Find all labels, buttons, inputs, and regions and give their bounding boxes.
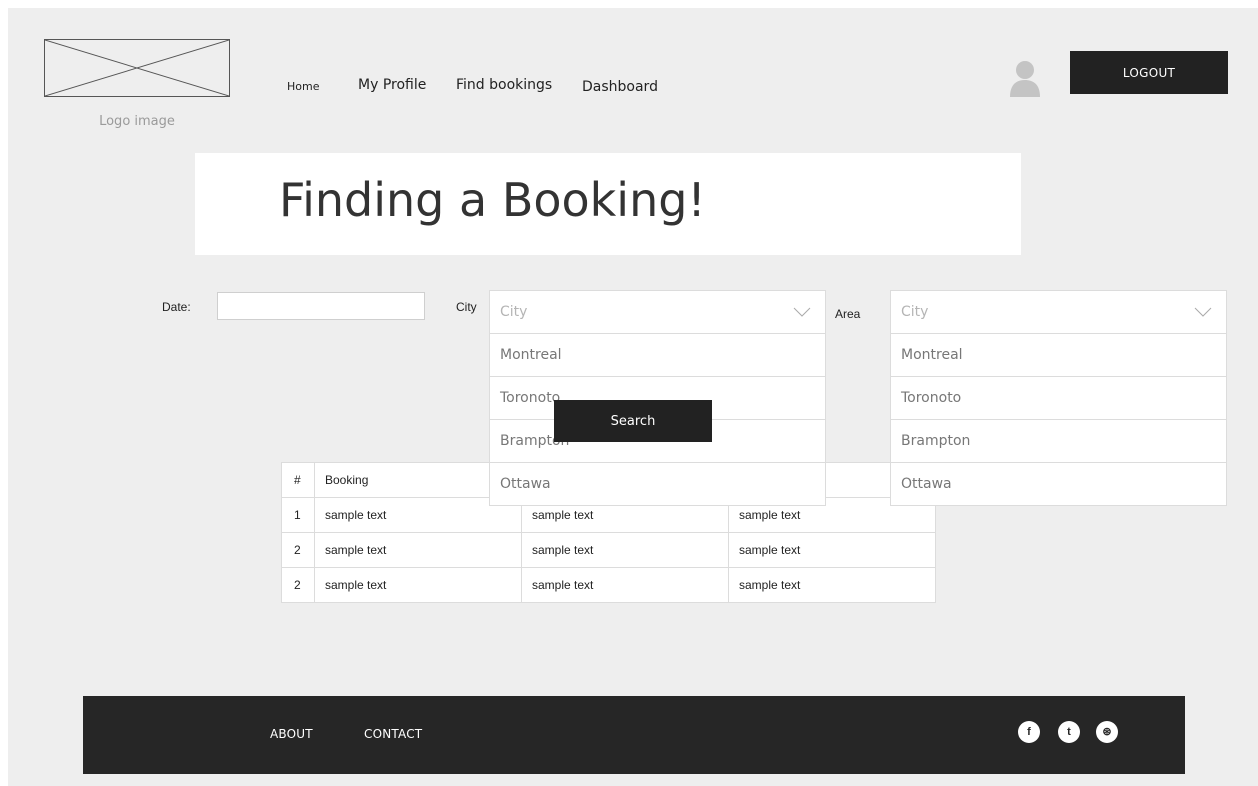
twitter-icon[interactable]: t xyxy=(1058,721,1080,743)
table-cell: sample text xyxy=(521,567,729,603)
area-label: Area xyxy=(835,307,861,321)
footer: ABOUT CONTACT f t ⊛ xyxy=(83,696,1185,774)
nav-item-my-profile[interactable]: My Profile xyxy=(358,77,426,93)
table-row[interactable]: 2 sample text sample text sample text xyxy=(281,567,936,603)
footer-link-about[interactable]: ABOUT xyxy=(270,727,313,741)
dribbble-icon[interactable]: ⊛ xyxy=(1096,721,1118,743)
city-dropdown[interactable]: City Montreal Toronoto Brampton Ottawa xyxy=(489,290,826,506)
table-cell: sample text xyxy=(314,532,522,568)
area-option-ottawa[interactable]: Ottawa xyxy=(890,462,1227,506)
city-option-montreal[interactable]: Montreal xyxy=(489,333,826,377)
area-option-toronoto[interactable]: Toronoto xyxy=(890,376,1227,420)
chevron-down-icon xyxy=(793,307,811,317)
table-cell: sample text xyxy=(728,567,936,603)
logo-placeholder-image[interactable] xyxy=(44,39,230,97)
table-cell: 2 xyxy=(281,567,315,603)
search-button[interactable]: Search xyxy=(554,400,712,442)
city-select[interactable]: City xyxy=(489,290,826,334)
nav-item-dashboard[interactable]: Dashboard xyxy=(582,79,658,95)
area-option-montreal[interactable]: Montreal xyxy=(890,333,1227,377)
page-title: Finding a Booking! xyxy=(279,173,706,227)
table-row[interactable]: 2 sample text sample text sample text xyxy=(281,532,936,568)
nav-item-home[interactable]: Home xyxy=(287,80,319,93)
city-option-ottawa[interactable]: Ottawa xyxy=(489,462,826,506)
facebook-icon[interactable]: f xyxy=(1018,721,1040,743)
date-input[interactable] xyxy=(217,292,425,320)
logo-image-icon xyxy=(45,40,229,96)
date-label: Date: xyxy=(162,300,191,314)
logout-button[interactable]: LOGOUT xyxy=(1070,51,1228,94)
table-cell: 1 xyxy=(281,497,315,533)
city-label: City xyxy=(456,300,477,314)
table-header: # xyxy=(281,462,315,498)
user-avatar-icon[interactable] xyxy=(1008,59,1042,97)
area-select-placeholder: City xyxy=(901,304,929,320)
table-cell: 2 xyxy=(281,532,315,568)
table-cell: sample text xyxy=(521,532,729,568)
area-dropdown[interactable]: City Montreal Toronoto Brampton Ottawa xyxy=(890,290,1227,506)
area-option-brampton[interactable]: Brampton xyxy=(890,419,1227,463)
chevron-down-icon xyxy=(1194,307,1212,317)
hero-banner: Finding a Booking! xyxy=(195,153,1021,255)
nav-item-find-bookings[interactable]: Find bookings xyxy=(456,77,552,93)
table-cell: sample text xyxy=(728,532,936,568)
area-select[interactable]: City xyxy=(890,290,1227,334)
table-cell: sample text xyxy=(314,567,522,603)
city-select-placeholder: City xyxy=(500,304,528,320)
logo-caption: Logo image xyxy=(99,114,175,129)
footer-link-contact[interactable]: CONTACT xyxy=(364,727,422,741)
